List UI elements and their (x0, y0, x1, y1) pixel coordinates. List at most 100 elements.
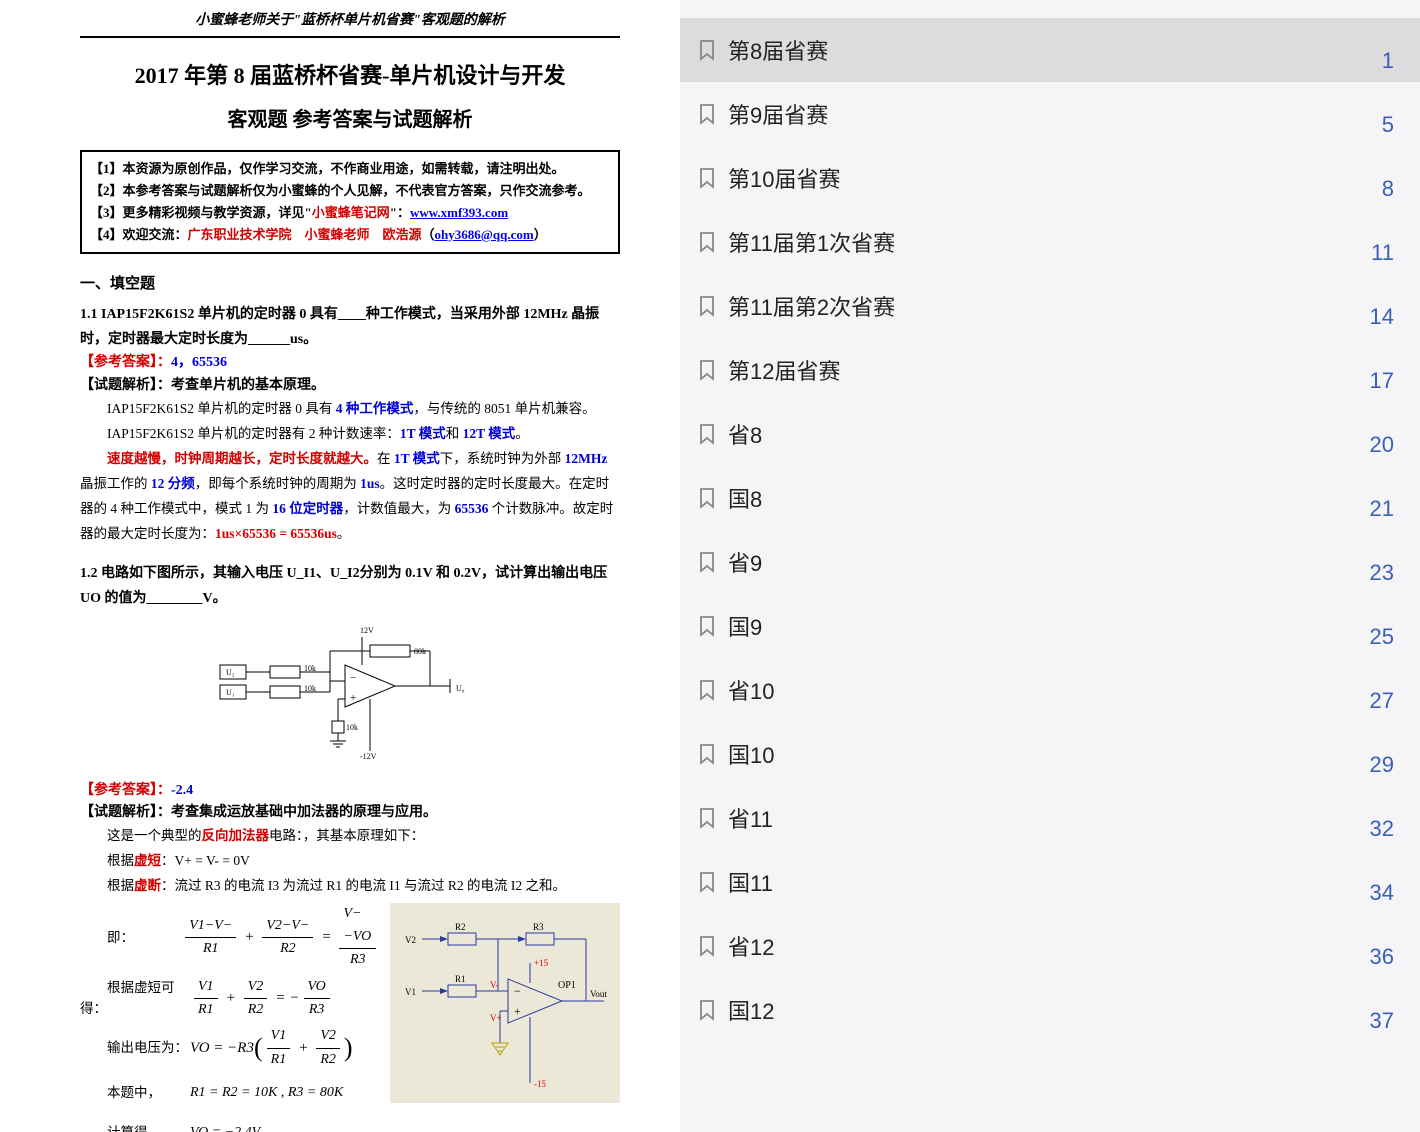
bookmark-item[interactable]: 第12届省赛 17 (680, 338, 1420, 402)
bookmark-item[interactable]: 省8 20 (680, 402, 1420, 466)
bookmark-title: 省9 (728, 546, 762, 578)
svg-text:−: − (514, 984, 521, 998)
bookmark-page: 11 (1371, 240, 1394, 266)
analysis-1-1-p3: 速度越慢，时钟周期越长，定时长度就越大。在 1T 模式下，系统时钟为外部 12M… (80, 447, 620, 547)
bookmark-page: 34 (1370, 880, 1394, 906)
svg-text:-12V: -12V (360, 752, 377, 761)
bookmark-page: 36 (1370, 944, 1394, 970)
info-line-3: 【3】更多精彩视频与教学资源，详见"小蜜蜂笔记网"：www.xmf393.com (90, 202, 610, 224)
bookmark-icon (698, 679, 716, 701)
bookmark-icon (698, 487, 716, 509)
bookmark-icon (698, 743, 716, 765)
question-1-1: 1.1 IAP15F2K61S2 单片机的定时器 0 具有____种工作模式，当… (80, 302, 620, 352)
bookmark-icon (698, 231, 716, 253)
bookmark-icon (698, 551, 716, 573)
bookmark-icon (698, 871, 716, 893)
bookmark-item[interactable]: 第8届省赛1 (680, 18, 1420, 82)
bookmark-title: 国12 (728, 994, 774, 1026)
bookmark-title: 省12 (728, 930, 774, 962)
circuit-diagram-2: V2 R2 V1 R1 V- R3 −+ V+ OP1 +15 Vout (390, 903, 620, 1111)
bookmarks-sidebar[interactable]: 第8届省赛1第9届省赛5 第10届省赛 8 第11届第1次省赛 11 第11届第2次省赛1… (680, 0, 1420, 1132)
bookmark-item[interactable]: 国10 29 (680, 722, 1420, 786)
analysis-1-2-p2: 根据虚短：V+ = V- = 0V (80, 849, 620, 874)
analysis-1-1-p2: IAP15F2K61S2 单片机的定时器有 2 种计数速率：1T 模式和 12T… (80, 422, 620, 447)
svg-text:10k: 10k (346, 723, 358, 732)
bookmark-title: 国9 (728, 610, 762, 642)
bookmark-page: 17 (1370, 368, 1394, 394)
question-1-2: 1.2 电路如下图所示，其输入电压 U_I1、U_I2分别为 0.1V 和 0.… (80, 561, 620, 611)
doc-title: 2017 年第 8 届蓝桥杯省赛-单片机设计与开发 (80, 58, 620, 93)
bookmark-page: 20 (1370, 432, 1394, 458)
svg-text:R3: R3 (533, 922, 544, 932)
bookmark-title: 第12届省赛 (728, 354, 840, 386)
bookmark-title: 省8 (728, 418, 762, 450)
doc-header: 小蜜蜂老师关于"蓝桥杯单片机省赛"客观题的解析 (80, 10, 620, 38)
bookmark-page: 32 (1370, 816, 1394, 842)
bookmark-page: 14 (1370, 304, 1394, 330)
bookmark-item[interactable]: 国12 37 (680, 978, 1420, 1042)
info-box: 【1】本资源为原创作品，仅作学习交流，不作商业用途，如需转载，请注明出处。 【2… (80, 150, 620, 254)
email-link[interactable]: ohy3686@qq.com (435, 227, 534, 242)
bookmark-page: 37 (1370, 1008, 1394, 1034)
bookmark-icon (698, 359, 716, 381)
bookmark-icon (698, 615, 716, 637)
svg-text:12V: 12V (360, 626, 374, 635)
analysis-1-2-p3: 根据虚断：流过 R3 的电流 I3 为流过 R1 的电流 I1 与流过 R2 的… (80, 874, 620, 899)
bookmark-title: 省11 (728, 802, 773, 834)
doc-subtitle: 客观题 参考答案与试题解析 (80, 104, 620, 136)
bookmark-icon (698, 167, 716, 189)
bookmark-item[interactable]: 省9 23 (680, 530, 1420, 594)
svg-text:U₂: U₂ (226, 668, 235, 677)
bookmark-icon (698, 807, 716, 829)
bookmark-item[interactable]: 省12 36 (680, 914, 1420, 978)
bookmark-page: 21 (1370, 496, 1394, 522)
bookmark-item[interactable]: 第11届第2次省赛14 (680, 274, 1420, 338)
svg-text:U₀: U₀ (456, 684, 465, 693)
bookmark-item[interactable]: 第9届省赛5 (680, 82, 1420, 146)
bookmark-icon (698, 423, 716, 445)
bookmark-icon (698, 999, 716, 1021)
svg-text:+: + (350, 692, 356, 704)
bookmark-page: 23 (1370, 560, 1394, 586)
svg-text:V1: V1 (405, 987, 416, 997)
bookmark-item[interactable]: 国9 25 (680, 594, 1420, 658)
analysis-1-2-p1: 这是一个典型的反向加法器电路：，其基本原理如下： (80, 824, 620, 849)
answer-1-1: 【参考答案】：4，65536 (80, 352, 620, 374)
bookmark-title: 第10届省赛 (728, 162, 840, 194)
svg-text:Vout: Vout (590, 989, 607, 999)
svg-text:U₁: U₁ (226, 688, 235, 697)
bookmark-item[interactable]: 国8 21 (680, 466, 1420, 530)
section-1-title: 一、填空题 (80, 272, 620, 296)
bookmark-page: 25 (1370, 624, 1394, 650)
svg-text:R2: R2 (455, 922, 466, 932)
bookmark-icon (698, 103, 716, 125)
bookmark-item[interactable]: 省11 32 (680, 786, 1420, 850)
bookmark-item[interactable]: 国11 34 (680, 850, 1420, 914)
analysis-1-1-label: 【试题解析】：考查单片机的基本原理。 (80, 375, 620, 397)
bookmark-title: 国11 (728, 866, 773, 898)
info-line-4: 【4】欢迎交流：广东职业技术学院 小蜜蜂老师 欧浩源（ohy3686@qq.co… (90, 224, 610, 246)
info-line-2: 【2】本参考答案与试题解析仅为小蜜蜂的个人见解，不代表官方答案，只作交流参考。 (90, 180, 610, 202)
svg-text:+: + (514, 1004, 521, 1018)
bookmark-page: 8 (1382, 176, 1394, 202)
analysis-1-1-p1: IAP15F2K61S2 单片机的定时器 0 具有 4 种工作模式，与传统的 8… (80, 397, 620, 422)
circuit-diagram-1: 12V U₂ 10k U₁ 10k −+ U₀ 80k 10k -12V (80, 621, 620, 769)
svg-text:V-: V- (490, 980, 499, 990)
bookmark-page: 27 (1370, 688, 1394, 714)
bookmark-page: 29 (1370, 752, 1394, 778)
bookmark-title: 第8届省赛 (728, 34, 828, 66)
document-pane: 小蜜蜂老师关于"蓝桥杯单片机省赛"客观题的解析 2017 年第 8 届蓝桥杯省赛… (0, 0, 680, 1132)
svg-text:−: − (350, 672, 356, 684)
svg-text:OP1: OP1 (558, 980, 576, 991)
bookmark-item[interactable]: 第11届第1次省赛 11 (680, 210, 1420, 274)
bookmark-item[interactable]: 省1027 (680, 658, 1420, 722)
svg-text:V2: V2 (405, 935, 416, 945)
xmf-link[interactable]: www.xmf393.com (410, 205, 508, 220)
info-line-1: 【1】本资源为原创作品，仅作学习交流，不作商业用途，如需转载，请注明出处。 (90, 158, 610, 180)
bookmark-title: 国10 (728, 738, 774, 770)
bookmark-icon (698, 935, 716, 957)
bookmark-item[interactable]: 第10届省赛 8 (680, 146, 1420, 210)
bookmark-title: 国8 (728, 482, 762, 514)
bookmark-title: 第11届第1次省赛 (728, 226, 895, 258)
svg-text:+15: +15 (534, 958, 549, 968)
